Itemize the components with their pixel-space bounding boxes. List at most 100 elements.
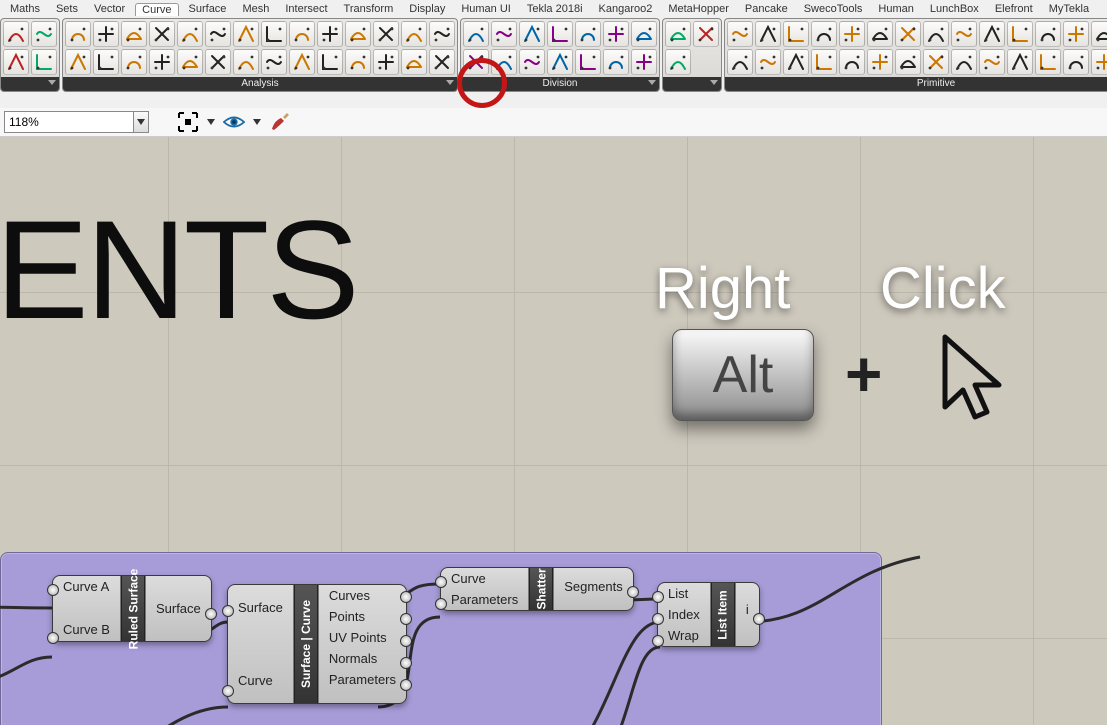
tool-button[interactable] [631, 49, 657, 75]
frame-icon[interactable] [177, 111, 199, 133]
tool-button[interactable] [1035, 21, 1061, 47]
output-port[interactable]: Points [319, 606, 406, 627]
tool-button[interactable] [345, 21, 371, 47]
tool-button[interactable] [1007, 49, 1033, 75]
tool-button[interactable] [755, 49, 781, 75]
tool-button[interactable] [783, 49, 809, 75]
tool-button[interactable] [1063, 21, 1089, 47]
tool-button[interactable] [429, 49, 455, 75]
tool-button[interactable] [693, 21, 719, 47]
input-port[interactable]: Curve A [53, 576, 120, 597]
menu-item-maths[interactable]: Maths [4, 3, 46, 15]
menu-item-sets[interactable]: Sets [50, 3, 84, 15]
chevron-down-icon[interactable] [207, 119, 215, 125]
tool-button[interactable] [665, 49, 691, 75]
tool-button[interactable] [149, 49, 175, 75]
input-port[interactable]: Curve [441, 568, 528, 589]
tool-button[interactable] [261, 21, 287, 47]
chevron-down-icon[interactable] [253, 119, 261, 125]
tool-button[interactable] [811, 49, 837, 75]
tool-button[interactable] [205, 21, 231, 47]
output-port[interactable]: Parameters [319, 669, 406, 690]
tool-button[interactable] [631, 21, 657, 47]
tool-button[interactable] [373, 21, 399, 47]
menu-item-human[interactable]: Human [872, 3, 919, 15]
input-port[interactable]: Wrap [658, 625, 710, 646]
tool-button[interactable] [93, 21, 119, 47]
menu-item-display[interactable]: Display [403, 3, 451, 15]
tool-button[interactable] [401, 21, 427, 47]
tool-button[interactable] [149, 21, 175, 47]
tool-button[interactable] [491, 21, 517, 47]
tool-button[interactable] [839, 21, 865, 47]
tool-button[interactable] [755, 21, 781, 47]
menu-item-curve[interactable]: Curve [135, 3, 178, 16]
tool-button[interactable] [811, 21, 837, 47]
output-port[interactable]: Surface [146, 598, 211, 619]
tool-button[interactable] [1091, 49, 1107, 75]
tool-button[interactable] [3, 49, 29, 75]
tool-button[interactable] [205, 49, 231, 75]
menu-item-intersect[interactable]: Intersect [279, 3, 333, 15]
tool-button[interactable] [429, 21, 455, 47]
tool-button[interactable] [491, 49, 517, 75]
tool-button[interactable] [233, 49, 259, 75]
tool-button[interactable] [1035, 49, 1061, 75]
tool-button[interactable] [839, 49, 865, 75]
tool-button[interactable] [867, 49, 893, 75]
tool-button[interactable] [923, 49, 949, 75]
menu-item-pancake[interactable]: Pancake [739, 3, 794, 15]
tool-button[interactable] [289, 21, 315, 47]
output-port[interactable]: UV Points [319, 627, 406, 648]
tool-button[interactable] [951, 49, 977, 75]
tool-button[interactable] [93, 49, 119, 75]
tool-button[interactable] [867, 21, 893, 47]
menu-item-human-ui[interactable]: Human UI [455, 3, 517, 15]
input-port[interactable]: Parameters [441, 589, 528, 610]
menu-item-kangaroo2[interactable]: Kangaroo2 [593, 3, 659, 15]
grasshopper-canvas[interactable]: SEGMENTS Right Click Alt + Curve A [0, 137, 1107, 725]
tool-button[interactable] [519, 21, 545, 47]
output-port[interactable]: Curves [319, 585, 406, 606]
tool-button[interactable] [261, 49, 287, 75]
component-list-item[interactable]: List Index Wrap List Item i [657, 582, 760, 647]
tool-button[interactable] [575, 21, 601, 47]
menu-item-elefront[interactable]: Elefront [989, 3, 1039, 15]
menu-item-transform[interactable]: Transform [338, 3, 400, 15]
tool-button[interactable] [373, 49, 399, 75]
tool-button[interactable] [783, 21, 809, 47]
output-port[interactable]: Segments [554, 576, 633, 597]
input-port[interactable]: Surface [228, 597, 293, 618]
menu-item-metahopper[interactable]: MetaHopper [662, 3, 735, 15]
zoom-input[interactable] [4, 111, 134, 133]
tool-button[interactable] [727, 21, 753, 47]
menu-item-mesh[interactable]: Mesh [236, 3, 275, 15]
tool-button[interactable] [177, 21, 203, 47]
tool-button[interactable] [519, 49, 545, 75]
tool-button[interactable] [575, 49, 601, 75]
tool-button[interactable] [1007, 21, 1033, 47]
tool-button[interactable] [1063, 49, 1089, 75]
menu-item-mytekla[interactable]: MyTekla [1043, 3, 1095, 15]
tool-button[interactable] [401, 49, 427, 75]
tool-button[interactable] [979, 21, 1005, 47]
tool-button[interactable] [1091, 21, 1107, 47]
tool-button[interactable] [463, 49, 489, 75]
input-port[interactable]: Curve B [53, 619, 120, 640]
tool-button[interactable] [317, 49, 343, 75]
zoom-dropdown-arrow-icon[interactable] [134, 111, 149, 133]
tool-button[interactable] [65, 49, 91, 75]
tool-button[interactable] [547, 49, 573, 75]
tool-button[interactable] [345, 49, 371, 75]
menu-item-swecotools[interactable]: SwecoTools [798, 3, 869, 15]
menu-item-tekla-2018i[interactable]: Tekla 2018i [521, 3, 589, 15]
brush-icon[interactable] [269, 111, 291, 133]
tool-button[interactable] [177, 49, 203, 75]
tool-button[interactable] [31, 49, 57, 75]
eye-icon[interactable] [223, 111, 245, 133]
tool-button[interactable] [951, 21, 977, 47]
component-surface-curve[interactable]: Surface Curve Surface | Curve Curves Poi… [227, 584, 407, 704]
tool-button[interactable] [895, 49, 921, 75]
tool-button[interactable] [233, 21, 259, 47]
tool-button[interactable] [121, 21, 147, 47]
